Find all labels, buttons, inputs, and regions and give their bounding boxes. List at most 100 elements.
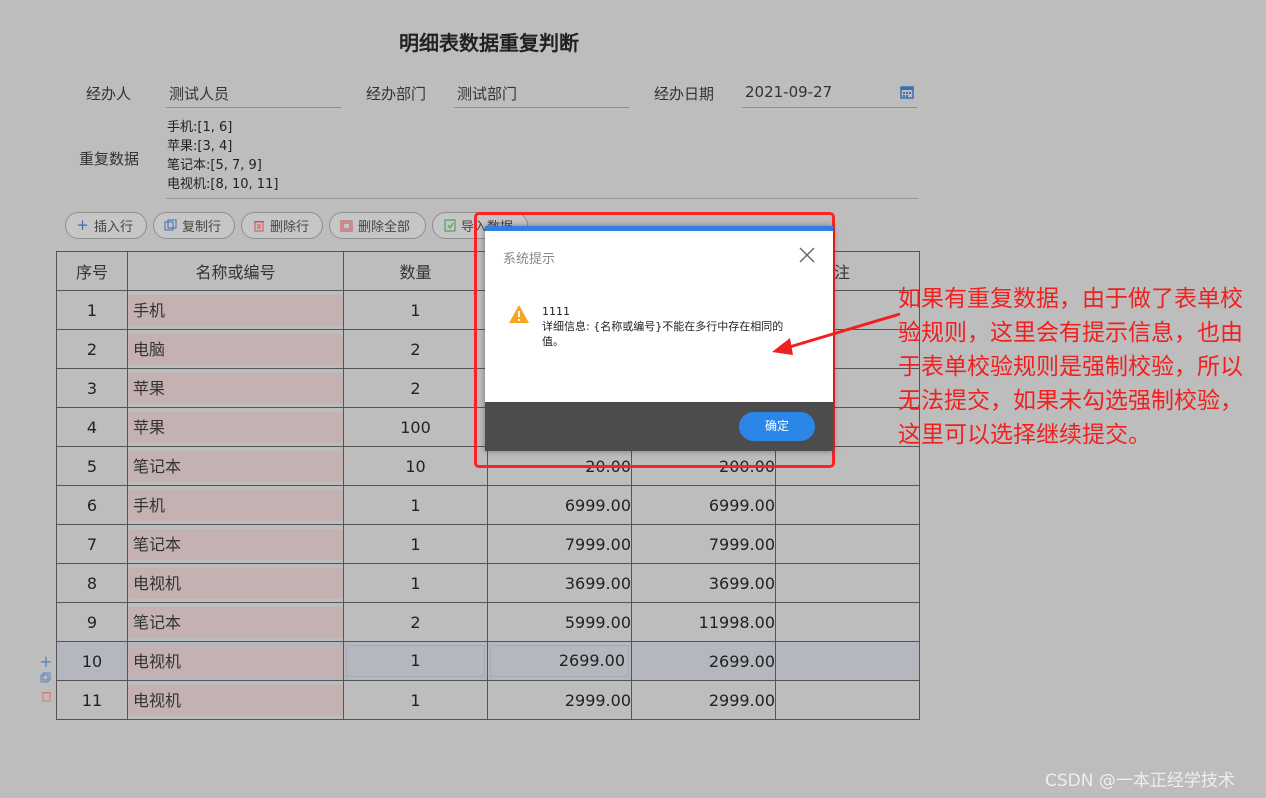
qty-cell[interactable]: 1 — [343, 524, 488, 564]
note-cell[interactable] — [775, 641, 920, 681]
qty-cell[interactable]: 2 — [343, 602, 488, 642]
row-delete-icon[interactable] — [39, 690, 53, 706]
price-cell[interactable]: 6999.00 — [487, 485, 632, 525]
name-cell[interactable]: 笔记本 — [127, 446, 344, 486]
name-cell[interactable]: 电视机 — [127, 563, 344, 603]
name-cell[interactable]: 电视机 — [127, 641, 344, 681]
row-copy-icon[interactable] — [39, 672, 53, 688]
plus-icon: + — [76, 216, 89, 234]
table-row[interactable]: 9 笔记本 2 5999.00 11998.00 — [56, 602, 920, 642]
price-cell[interactable]: 5999.00 — [487, 602, 632, 642]
delete-row-button[interactable]: 删除行 — [241, 212, 323, 239]
row-number-cell: 8 — [56, 563, 128, 603]
name-cell[interactable]: 电脑 — [127, 329, 344, 369]
insert-row-button[interactable]: + 插入行 — [65, 212, 147, 239]
ok-button[interactable]: 确定 — [739, 412, 815, 441]
name-input[interactable]: 笔记本 — [128, 528, 343, 560]
qty-cell[interactable]: 1 — [343, 641, 488, 681]
name-cell[interactable]: 笔记本 — [127, 602, 344, 642]
price-cell[interactable]: 2699.00 — [487, 641, 632, 681]
table-row[interactable]: 8 电视机 1 3699.00 3699.00 — [56, 563, 920, 603]
col-header-no: 序号 — [56, 251, 128, 291]
note-cell[interactable] — [775, 680, 920, 720]
trash-icon — [252, 219, 265, 232]
annotation-text: 如果有重复数据，由于做了表单校验规则，这里会有提示信息，也由于表单校验规则是强制… — [898, 286, 1243, 448]
name-input[interactable]: 电视机 — [128, 684, 343, 716]
table-row[interactable]: 11 电视机 1 2999.00 2999.00 — [56, 680, 920, 720]
qty-cell[interactable]: 100 — [343, 407, 488, 447]
dialog-title: 系统提示 — [503, 252, 556, 267]
dialog-detail: 详细信息: {名称或编号}不能在多行中存在相同的值。 — [542, 320, 784, 348]
qty-cell[interactable]: 1 — [343, 680, 488, 720]
name-input[interactable]: 笔记本 — [128, 606, 343, 638]
name-input[interactable]: 电视机 — [128, 567, 343, 599]
note-cell[interactable] — [775, 485, 920, 525]
close-icon[interactable] — [797, 245, 817, 265]
price-input[interactable]: 2699.00 — [490, 645, 629, 677]
name-input[interactable]: 笔记本 — [128, 450, 343, 482]
qty-cell[interactable]: 1 — [343, 485, 488, 525]
table-row[interactable]: 7 笔记本 1 7999.00 7999.00 — [56, 524, 920, 564]
price-cell[interactable]: 2999.00 — [487, 680, 632, 720]
table-row[interactable]: 10 电视机 1 2699.00 2699.00 — [56, 641, 920, 681]
total-cell: 7999.00 — [631, 524, 776, 564]
qty-cell[interactable]: 1 — [343, 563, 488, 603]
table-row[interactable]: 6 手机 1 6999.00 6999.00 — [56, 485, 920, 525]
col-header-qty: 数量 — [343, 251, 488, 291]
name-cell[interactable]: 手机 — [127, 290, 344, 330]
row-number-cell: 2 — [56, 329, 128, 369]
date-field[interactable]: 2021-09-27 — [742, 83, 917, 108]
total-cell: 11998.00 — [631, 602, 776, 642]
copy-row-button[interactable]: 复制行 — [153, 212, 235, 239]
name-input[interactable]: 苹果 — [128, 372, 343, 404]
name-input[interactable]: 手机 — [128, 489, 343, 521]
qty-cell[interactable]: 2 — [343, 368, 488, 408]
name-input[interactable]: 手机 — [128, 294, 343, 326]
warning-icon — [508, 304, 530, 328]
dup-line: 苹果:[3, 4] — [167, 139, 233, 154]
name-input[interactable]: 苹果 — [128, 411, 343, 443]
name-input[interactable]: 电视机 — [128, 645, 343, 677]
name-input[interactable]: 电脑 — [128, 333, 343, 365]
name-cell[interactable]: 苹果 — [127, 368, 344, 408]
copy-icon — [164, 219, 177, 232]
dup-line: 电视机:[8, 10, 11] — [167, 177, 279, 192]
row-insert-icon[interactable]: + — [39, 652, 53, 671]
dup-line: 手机:[1, 6] — [167, 120, 233, 135]
row-number-cell: 1 — [56, 290, 128, 330]
watermark: CSDN @一本正经学技术 — [1045, 771, 1235, 791]
row-number-cell: 11 — [56, 680, 128, 720]
dialog-message: 1111 详细信息: {名称或编号}不能在多行中存在相同的值。 — [542, 304, 787, 349]
delete-row-label: 删除行 — [270, 220, 310, 235]
price-cell[interactable]: 3699.00 — [487, 563, 632, 603]
row-number-cell: 10 — [56, 641, 128, 681]
note-cell[interactable] — [775, 563, 920, 603]
handler-field[interactable]: 测试人员 — [166, 83, 341, 108]
insert-row-label: 插入行 — [94, 220, 134, 235]
name-cell[interactable]: 手机 — [127, 485, 344, 525]
row-number-cell: 7 — [56, 524, 128, 564]
dept-label: 经办部门 — [366, 85, 427, 103]
trash-all-icon — [340, 219, 353, 232]
price-cell[interactable]: 7999.00 — [487, 524, 632, 564]
row-number-cell: 5 — [56, 446, 128, 486]
col-header-name: 名称或编号 — [127, 251, 344, 291]
note-cell[interactable] — [775, 524, 920, 564]
qty-cell[interactable]: 10 — [343, 446, 488, 486]
dept-field[interactable]: 测试部门 — [454, 83, 629, 108]
qty-cell[interactable]: 2 — [343, 329, 488, 369]
divider — [166, 198, 918, 199]
qty-input[interactable]: 1 — [346, 645, 485, 677]
row-number-cell: 6 — [56, 485, 128, 525]
calendar-icon[interactable] — [900, 84, 914, 99]
name-cell[interactable]: 笔记本 — [127, 524, 344, 564]
row-number-cell: 4 — [56, 407, 128, 447]
total-cell: 6999.00 — [631, 485, 776, 525]
name-cell[interactable]: 苹果 — [127, 407, 344, 447]
note-cell[interactable] — [775, 602, 920, 642]
delete-all-button[interactable]: 删除全部 — [329, 212, 426, 239]
delete-all-label: 删除全部 — [358, 220, 411, 235]
qty-cell[interactable]: 1 — [343, 290, 488, 330]
name-cell[interactable]: 电视机 — [127, 680, 344, 720]
date-value: 2021-09-27 — [745, 83, 833, 101]
